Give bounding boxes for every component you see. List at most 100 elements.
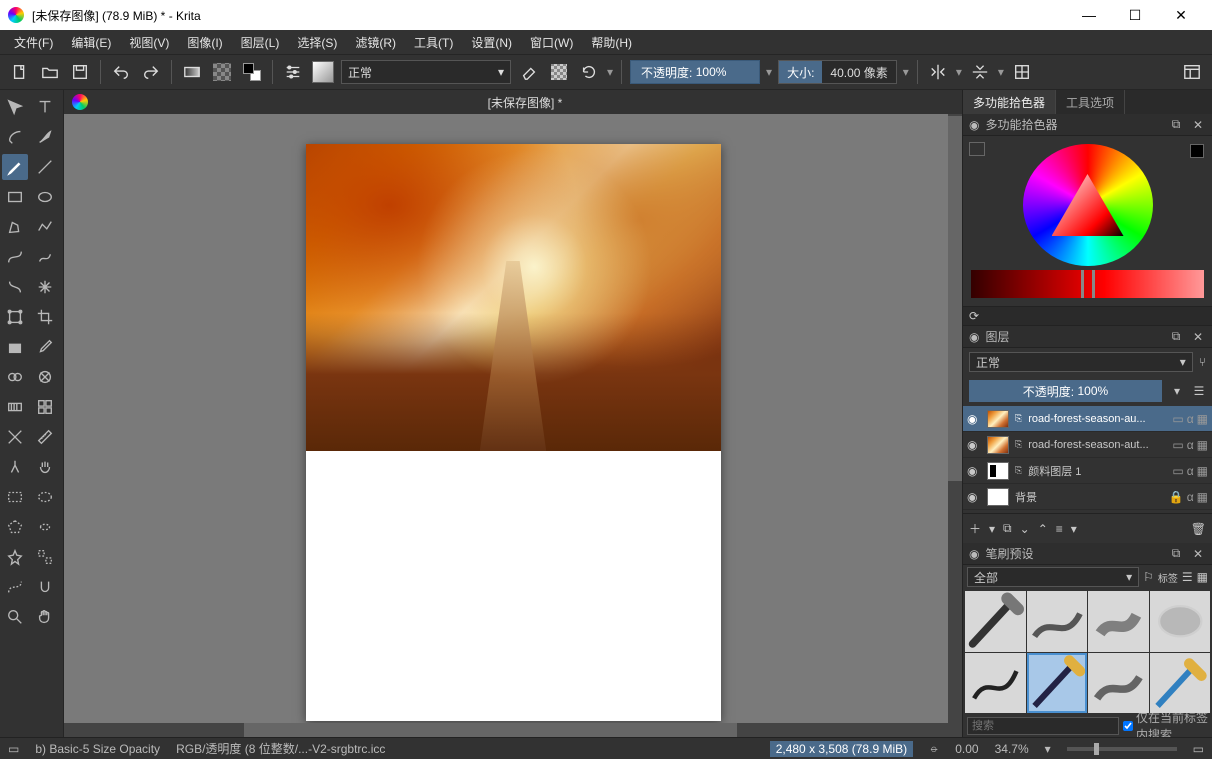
- chevron-down-icon[interactable]: ▾: [607, 65, 613, 79]
- close-panel-icon[interactable]: ✕: [1190, 546, 1206, 562]
- eraser-icon[interactable]: [517, 60, 541, 84]
- select-mode-icon[interactable]: ▭: [8, 742, 19, 756]
- alpha-icon[interactable]: α: [1187, 464, 1194, 478]
- chevron-down-icon[interactable]: ▾: [998, 65, 1004, 79]
- close-panel-icon[interactable]: ✕: [1190, 329, 1206, 345]
- brush-tool-icon[interactable]: [2, 154, 28, 180]
- frame-icon[interactable]: ▭: [1172, 464, 1183, 478]
- gradient-icon[interactable]: [180, 60, 204, 84]
- ellipse-tool-icon[interactable]: [32, 184, 58, 210]
- link-icon[interactable]: ⎘: [1015, 439, 1022, 450]
- chevron-down-icon[interactable]: ▾: [989, 522, 995, 536]
- lock-icon[interactable]: 🔒: [1169, 490, 1184, 504]
- similar-select-tool-icon[interactable]: [32, 544, 58, 570]
- move-tool-icon[interactable]: [2, 94, 28, 120]
- opacity-slider[interactable]: 不透明度: 100%: [630, 60, 760, 84]
- freehand-path-tool-icon[interactable]: [32, 244, 58, 270]
- rotation-icon[interactable]: ⦵: [929, 741, 939, 756]
- reference-tool-icon[interactable]: [2, 454, 28, 480]
- canvas-mode-icon[interactable]: ▭: [1193, 742, 1204, 756]
- brush-preset[interactable]: [1027, 591, 1088, 652]
- visibility-icon[interactable]: ◉: [967, 464, 981, 478]
- duplicate-layer-icon[interactable]: ⧉: [1003, 521, 1012, 536]
- maximize-button[interactable]: ☐: [1112, 0, 1158, 30]
- rotation-status[interactable]: 0.00: [955, 742, 978, 756]
- polygon-tool-icon[interactable]: [2, 214, 28, 240]
- canvas[interactable]: [306, 144, 721, 721]
- close-panel-icon[interactable]: ✕: [1190, 117, 1206, 133]
- layer-opacity-slider[interactable]: 不透明度: 100%: [969, 380, 1162, 402]
- layer-name[interactable]: road-forest-season-aut...: [1028, 439, 1166, 451]
- menu-filter[interactable]: 滤镜(R): [347, 31, 404, 54]
- layer-name[interactable]: 背景: [1015, 489, 1163, 505]
- layer-row[interactable]: ◉ 背景 🔒α▦: [963, 484, 1212, 510]
- workspace-icon[interactable]: [1180, 60, 1204, 84]
- bookmark-icon[interactable]: ⚐: [1143, 570, 1154, 584]
- filter-icon[interactable]: ⑂: [1199, 355, 1206, 369]
- zoom-status[interactable]: 34.7%: [995, 742, 1029, 756]
- mirror-h-icon[interactable]: [926, 60, 950, 84]
- menu-layer[interactable]: 图层(L): [233, 31, 288, 54]
- shade-selector[interactable]: [971, 270, 1204, 298]
- new-file-icon[interactable]: [8, 60, 32, 84]
- gradient-tool-icon[interactable]: [2, 394, 28, 420]
- frame-icon[interactable]: ▭: [1172, 412, 1183, 426]
- menu-tools[interactable]: 工具(T): [406, 31, 461, 54]
- fill-tool-icon[interactable]: [2, 334, 28, 360]
- brush-preset[interactable]: [1150, 591, 1211, 652]
- zoom-slider[interactable]: [1067, 747, 1177, 751]
- hand-tool-icon[interactable]: [32, 454, 58, 480]
- pan-tool-icon[interactable]: [32, 604, 58, 630]
- undo-icon[interactable]: [109, 60, 133, 84]
- blend-mode-dropdown[interactable]: 正常 ▾: [341, 60, 511, 84]
- layer-name[interactable]: road-forest-season-au...: [1028, 413, 1166, 425]
- brush-preset[interactable]: [965, 591, 1026, 652]
- horizontal-scrollbar[interactable]: [64, 723, 962, 737]
- pattern-tool-icon[interactable]: [32, 394, 58, 420]
- link-icon[interactable]: ⎘: [1015, 465, 1022, 476]
- ellipse-select-tool-icon[interactable]: [32, 484, 58, 510]
- visibility-icon[interactable]: ◉: [967, 490, 981, 504]
- rect-select-tool-icon[interactable]: [2, 484, 28, 510]
- vertical-scrollbar[interactable]: [948, 114, 962, 723]
- pattern-icon[interactable]: [210, 60, 234, 84]
- colorize-mask-tool-icon[interactable]: [2, 364, 28, 390]
- text-tool-icon[interactable]: [32, 94, 58, 120]
- list-icon[interactable]: ☰: [1182, 570, 1193, 584]
- zoom-tool-icon[interactable]: [2, 604, 28, 630]
- delete-layer-icon[interactable]: 🗑: [1191, 522, 1206, 536]
- minimize-button[interactable]: —: [1066, 0, 1112, 30]
- alpha-lock-icon[interactable]: [547, 60, 571, 84]
- current-color-swatch[interactable]: [1190, 144, 1204, 158]
- smart-patch-tool-icon[interactable]: [32, 364, 58, 390]
- brush-preset[interactable]: [1088, 653, 1149, 714]
- alpha-icon[interactable]: α: [1187, 412, 1194, 426]
- frame-icon[interactable]: ▭: [1172, 438, 1183, 452]
- shape-edit-tool-icon[interactable]: [2, 124, 28, 150]
- grid-icon[interactable]: ▦: [1197, 570, 1208, 584]
- polyline-tool-icon[interactable]: [32, 214, 58, 240]
- document-tab-title[interactable]: [未保存图像] *: [96, 94, 954, 111]
- brush-preset[interactable]: [1088, 591, 1149, 652]
- layer-menu-icon[interactable]: ☰: [1190, 380, 1208, 402]
- color-triangle[interactable]: [1052, 174, 1124, 236]
- menu-view[interactable]: 视图(V): [121, 31, 177, 54]
- alpha-icon[interactable]: α: [1187, 490, 1194, 504]
- menu-select[interactable]: 选择(S): [289, 31, 345, 54]
- alpha-icon[interactable]: α: [1187, 438, 1194, 452]
- chevron-down-icon[interactable]: ▾: [1045, 742, 1051, 756]
- reload-icon[interactable]: [577, 60, 601, 84]
- visibility-icon[interactable]: ◉: [967, 438, 981, 452]
- lock-icon[interactable]: ▦: [1197, 412, 1208, 426]
- float-panel-icon[interactable]: ⧉: [1168, 546, 1184, 562]
- layer-name[interactable]: 颜料图层 1: [1028, 463, 1166, 479]
- freehand-select-tool-icon[interactable]: [32, 514, 58, 540]
- chevron-down-icon[interactable]: ▾: [1071, 522, 1077, 536]
- brush-search-input[interactable]: [967, 717, 1119, 735]
- open-file-icon[interactable]: [38, 60, 62, 84]
- multibrush-tool-icon[interactable]: [32, 274, 58, 300]
- bezier-tool-icon[interactable]: [2, 244, 28, 270]
- properties-icon[interactable]: ≡: [1056, 522, 1063, 536]
- chevron-down-icon[interactable]: ▾: [1168, 380, 1186, 402]
- save-file-icon[interactable]: [68, 60, 92, 84]
